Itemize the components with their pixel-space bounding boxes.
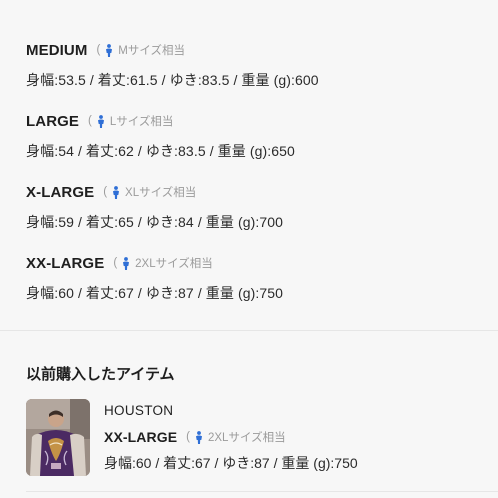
size-measurements: 身幅:59 / 着丈:65 / ゆき:84 / 重量 (g):700 bbox=[26, 214, 284, 230]
product-thumbnail[interactable] bbox=[26, 399, 90, 476]
person-icon bbox=[97, 114, 105, 128]
size-name: LARGE bbox=[26, 112, 79, 130]
size-equivalent-hint: ( XLサイズ相当 bbox=[103, 185, 197, 199]
size-measurements: 身幅:60 / 着丈:67 / ゆき:87 / 重量 (g):750 bbox=[26, 285, 284, 301]
person-icon bbox=[195, 430, 203, 444]
size-option-xx-large[interactable]: XX-LARGE ( 2XLサイズ相当 身幅:60 / 着丈:67 / ゆき:8… bbox=[26, 253, 283, 303]
previous-size-row: XX-LARGE ( 2XLサイズ相当 bbox=[104, 427, 286, 447]
previous-purchase-title: 以前購入したアイテム bbox=[26, 366, 175, 383]
size-equivalent-hint: ( 2XLサイズ相当 bbox=[113, 256, 213, 270]
previous-measurements: 身幅:60 / 着丈:67 / ゆき:87 / 重量 (g):750 bbox=[104, 455, 358, 471]
size-option-x-large[interactable]: X-LARGE ( XLサイズ相当 身幅:59 / 着丈:65 / ゆき:84 … bbox=[26, 182, 283, 232]
previous-purchase-section: 以前購入したアイテム HOUSTON XX-LARGE ( 2XLサイズ相当 身… bbox=[0, 331, 498, 498]
size-equivalent-hint: ( Mサイズ相当 bbox=[96, 43, 186, 57]
person-icon bbox=[122, 256, 130, 270]
size-option-medium[interactable]: MEDIUM ( Mサイズ相当 身幅:53.5 / 着丈:61.5 / ゆき:8… bbox=[26, 40, 319, 90]
size-measurements: 身幅:54 / 着丈:62 / ゆき:83.5 / 重量 (g):650 bbox=[26, 143, 295, 159]
size-chart-list: MEDIUM ( Mサイズ相当 身幅:53.5 / 着丈:61.5 / ゆき:8… bbox=[0, 0, 498, 330]
person-icon bbox=[105, 43, 113, 57]
person-icon bbox=[112, 185, 120, 199]
previous-size-name: XX-LARGE bbox=[104, 429, 178, 445]
size-measurements: 身幅:53.5 / 着丈:61.5 / ゆき:83.5 / 重量 (g):600 bbox=[26, 72, 319, 88]
bottom-divider bbox=[26, 491, 498, 492]
size-name: X-LARGE bbox=[26, 183, 95, 201]
size-name: XX-LARGE bbox=[26, 254, 105, 272]
product-brand: HOUSTON bbox=[104, 403, 174, 418]
size-option-large[interactable]: LARGE ( Lサイズ相当 身幅:54 / 着丈:62 / ゆき:83.5 /… bbox=[26, 111, 295, 161]
size-equivalent-hint: ( Lサイズ相当 bbox=[88, 114, 174, 128]
size-name: MEDIUM bbox=[26, 41, 88, 59]
size-equivalent-hint: ( 2XLサイズ相当 bbox=[186, 430, 286, 444]
